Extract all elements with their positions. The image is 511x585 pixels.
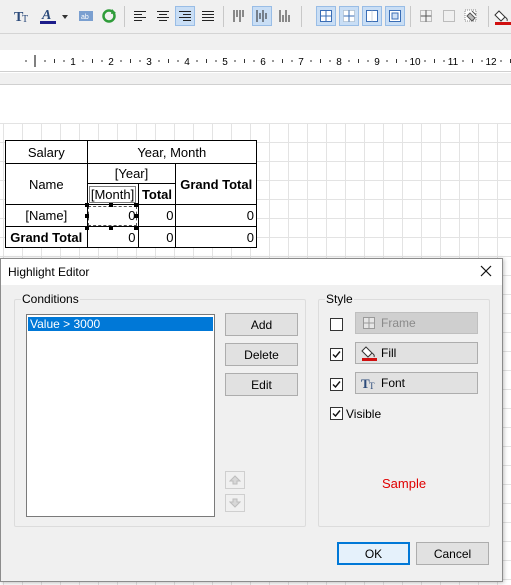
check-icon — [332, 410, 341, 418]
ruler-label: 11 — [448, 57, 459, 68]
cancel-button[interactable]: Cancel — [416, 542, 489, 565]
ruler-label: 10 — [409, 57, 421, 68]
border-dotted-icon[interactable] — [439, 6, 459, 26]
horizontal-ruler: 12345678910111213 — [0, 50, 511, 72]
font-color-icon[interactable]: A — [38, 6, 58, 26]
name-field-cell[interactable]: [Name] — [5, 204, 88, 227]
border-outer-icon[interactable] — [362, 6, 382, 26]
ruler-label: 4 — [184, 57, 190, 68]
arrow-up-icon — [229, 475, 241, 485]
font-checkbox[interactable] — [330, 378, 343, 391]
grand-total-row-cell[interactable]: Grand Total — [5, 226, 88, 248]
crosstab[interactable]: Salary Year, Month Name [Year] Grand Tot… — [5, 140, 258, 248]
style-label: Style — [325, 292, 354, 306]
selection-handle[interactable] — [85, 226, 89, 230]
check-icon — [332, 351, 341, 359]
delete-button[interactable]: Delete — [225, 343, 298, 366]
selection-handle[interactable] — [109, 203, 113, 207]
arrow-down-icon — [229, 498, 241, 508]
font-label: Font — [381, 376, 406, 390]
name-header-cell[interactable]: Name — [5, 163, 88, 205]
selection-handle[interactable] — [134, 203, 138, 207]
border-all-icon[interactable] — [316, 6, 336, 26]
conditions-label: Conditions — [21, 292, 80, 306]
frame-button[interactable]: Frame — [355, 312, 478, 334]
frame-checkbox[interactable] — [330, 318, 343, 331]
page-header-band — [0, 86, 511, 123]
close-icon[interactable] — [478, 263, 494, 279]
align-left-icon[interactable] — [130, 6, 150, 26]
sample-preview: Sample — [382, 476, 427, 491]
formatting-toolbar: TT A ab — [0, 0, 511, 34]
refresh-icon[interactable] — [99, 6, 119, 26]
grand-total-header-cell[interactable]: Grand Total — [175, 163, 257, 205]
selection-handle[interactable] — [85, 214, 89, 218]
month-cell[interactable]: [Month] — [86, 183, 139, 205]
valign-bottom-icon[interactable] — [275, 6, 295, 26]
ruler-label: 2 — [108, 57, 114, 68]
fill-color-icon[interactable] — [493, 6, 511, 26]
value-cell-selected[interactable]: 0 — [86, 204, 139, 227]
ruler-label: 1 — [70, 57, 76, 68]
toolbar-gap — [0, 34, 511, 50]
visible-label[interactable]: Visible — [346, 407, 381, 421]
ruler-label: 6 — [260, 57, 266, 68]
ruler-label: 8 — [336, 57, 342, 68]
border-grid-icon[interactable] — [416, 6, 436, 26]
ruler-label: 9 — [374, 57, 380, 68]
ruler-label: 3 — [146, 57, 152, 68]
year-cell[interactable]: [Year] — [86, 163, 177, 184]
svg-text:T: T — [369, 381, 375, 390]
font-type-icon[interactable]: TT — [12, 6, 32, 26]
check-icon — [332, 381, 341, 389]
total-cell[interactable]: Total — [137, 183, 177, 205]
ruler-label: 5 — [222, 57, 228, 68]
ruler-label: 7 — [298, 57, 304, 68]
selection-handle[interactable] — [85, 203, 89, 207]
svg-text:ab: ab — [81, 14, 89, 21]
value-cell-total[interactable]: 0 — [137, 204, 177, 227]
frame-icon — [361, 315, 377, 331]
valign-middle-icon[interactable] — [252, 6, 272, 26]
selection-handle[interactable] — [134, 214, 138, 218]
ruler-gap — [0, 73, 511, 85]
font-type-icon: TT — [361, 375, 377, 391]
fill-button[interactable]: Fill — [355, 342, 478, 364]
font-button[interactable]: TT Font — [355, 372, 478, 394]
align-center-icon[interactable] — [153, 6, 173, 26]
edit-button[interactable]: Edit — [225, 373, 298, 396]
condition-item[interactable]: Value > 3000 — [28, 317, 213, 331]
fill-label: Fill — [381, 346, 397, 360]
year-month-cell[interactable]: Year, Month — [86, 140, 258, 164]
grand-value-cell-2[interactable]: 0 — [137, 226, 177, 248]
svg-text:T: T — [22, 14, 28, 24]
move-down-button[interactable] — [225, 494, 245, 512]
align-right-icon[interactable] — [175, 6, 195, 26]
selection-handle[interactable] — [109, 226, 113, 230]
ruler-label: 12 — [485, 57, 497, 68]
month-label: [Month] — [88, 185, 137, 203]
border-select-icon[interactable] — [385, 6, 405, 26]
conditions-list[interactable]: Value > 3000 — [26, 314, 215, 517]
svg-text:A: A — [41, 8, 51, 23]
text-format-icon[interactable]: ab — [76, 6, 96, 26]
move-up-button[interactable] — [225, 471, 245, 489]
highlight-editor-dialog: Highlight Editor Conditions Value > 3000… — [0, 258, 503, 582]
fill-checkbox[interactable] — [330, 348, 343, 361]
fill-bucket-icon — [361, 345, 377, 361]
selection-handle[interactable] — [134, 226, 138, 230]
ok-button[interactable]: OK — [337, 542, 410, 565]
border-inner-icon[interactable] — [339, 6, 359, 26]
justify-icon[interactable] — [198, 6, 218, 26]
valign-top-icon[interactable] — [229, 6, 249, 26]
dialog-titlebar: Highlight Editor — [1, 259, 502, 285]
dialog-title: Highlight Editor — [8, 265, 90, 279]
add-button[interactable]: Add — [225, 313, 298, 336]
visible-checkbox[interactable] — [330, 407, 343, 420]
grand-value-cell-3[interactable]: 0 — [175, 226, 257, 248]
fill-bucket-icon[interactable] — [461, 6, 481, 26]
frame-label: Frame — [381, 316, 416, 330]
salary-cell[interactable]: Salary — [5, 140, 88, 164]
value-cell-grand[interactable]: 0 — [175, 204, 257, 227]
